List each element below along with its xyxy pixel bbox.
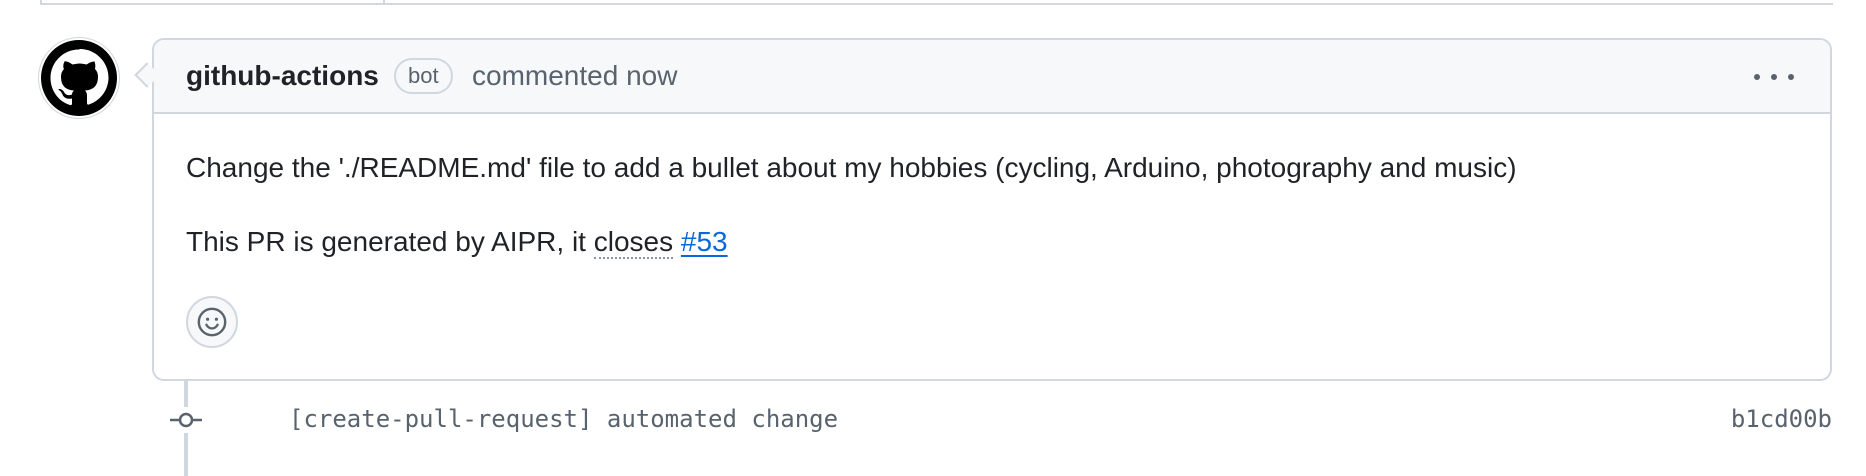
dot bbox=[1771, 74, 1777, 80]
comment-box: github-actions bot commented now Change … bbox=[152, 38, 1832, 381]
author-link[interactable]: github-actions bbox=[186, 60, 379, 92]
dot bbox=[1788, 74, 1794, 80]
pr-conversation: github-actions bot commented now Change … bbox=[0, 0, 1866, 476]
github-octocat-icon bbox=[41, 40, 117, 116]
git-commit-icon bbox=[168, 407, 204, 433]
add-reaction-button[interactable] bbox=[186, 296, 238, 348]
closes-keyword: closes bbox=[593, 226, 674, 259]
avatar[interactable] bbox=[38, 37, 120, 119]
comment-body-text: Change the './README.md' file to add a b… bbox=[186, 152, 1517, 183]
dot bbox=[1754, 74, 1760, 80]
comment-timestamp[interactable]: commented now bbox=[472, 60, 677, 92]
smiley-icon bbox=[197, 307, 227, 337]
kebab-horizontal-icon[interactable] bbox=[1754, 64, 1794, 90]
comment-header: github-actions bot commented now bbox=[154, 40, 1830, 114]
tab-strip-border bbox=[383, 0, 1833, 5]
issue-link[interactable]: #53 bbox=[681, 226, 728, 257]
commit-message-link[interactable]: [create-pull-request] automated change bbox=[289, 405, 838, 433]
active-tab-edge bbox=[40, 0, 385, 5]
bot-badge: bot bbox=[394, 58, 453, 94]
commit-sha-link[interactable]: b1cd00b bbox=[1731, 405, 1832, 433]
generated-by-text: This PR is generated by AIPR, it bbox=[186, 226, 594, 257]
comment-body-closing-line: This PR is generated by AIPR, it closes … bbox=[186, 226, 728, 259]
